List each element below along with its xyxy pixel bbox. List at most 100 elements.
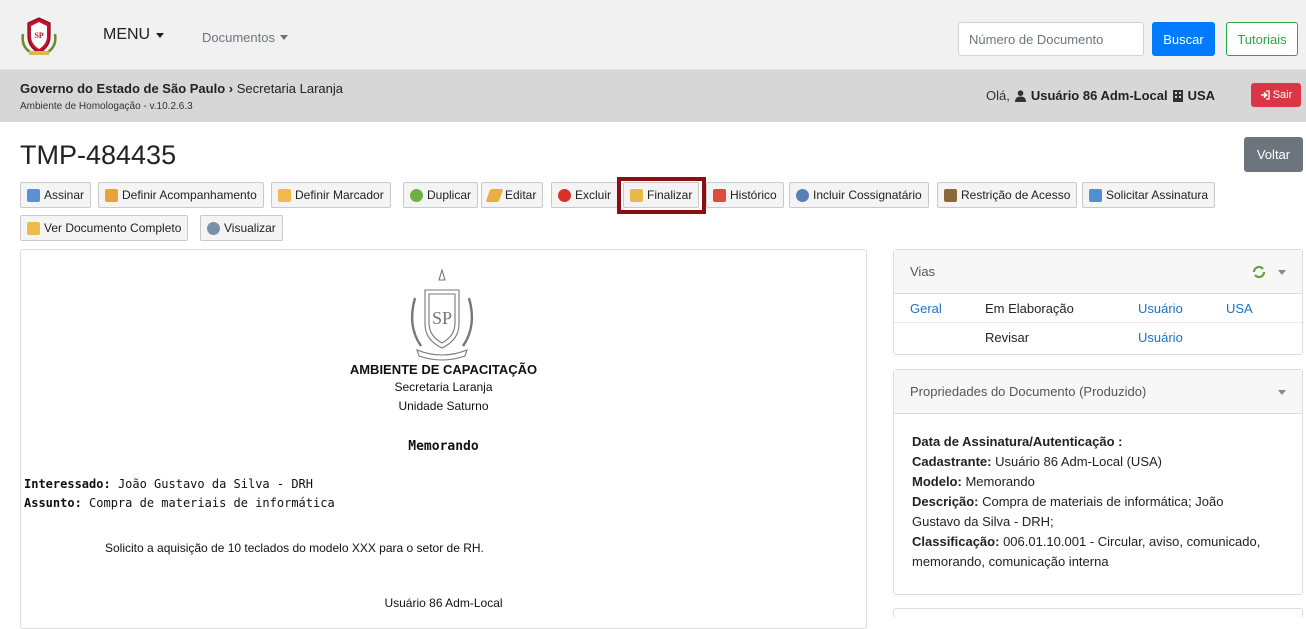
vias-card: Vias Geral Em Elaboração Usuário USA Rev… (893, 249, 1303, 355)
edit-label: Editar (505, 188, 537, 202)
duplicate-label: Duplicar (427, 188, 472, 202)
breadcrumb-org: Governo do Estado de São Paulo (20, 81, 226, 96)
vias-title: Vias (910, 264, 936, 279)
user-name[interactable]: Usuário 86 Adm-Local (1031, 88, 1168, 103)
view-full-document-button[interactable]: Ver Documento Completo (20, 215, 189, 241)
delete-circle-icon (558, 188, 571, 202)
via-unit-link[interactable]: USA (1226, 301, 1253, 316)
doc-type: Memorando (408, 439, 479, 454)
doc-interessado: Interessado: João Gustavo da Silva - DRH (24, 477, 313, 491)
user-icon (1014, 89, 1026, 102)
prop-cadastrante: Cadastrante: Usuário 86 Adm-Local (USA) (912, 452, 1292, 472)
prop-classificacao-label: Classificação: (912, 534, 1000, 549)
user-unit[interactable]: USA (1188, 88, 1215, 103)
main-menu-button[interactable]: MENU (103, 26, 165, 44)
breadcrumb: Governo do Estado de São Paulo › Secreta… (20, 81, 343, 96)
logout-label: Sair (1272, 89, 1293, 101)
documents-label: Documentos (202, 30, 275, 45)
set-marker-label: Definir Marcador (295, 188, 384, 202)
delete-button[interactable]: Excluir (551, 182, 619, 208)
history-button[interactable]: Histórico (706, 182, 784, 208)
page-title: TMP-484435 (20, 140, 177, 170)
tutorials-button[interactable]: Tutoriais (1226, 22, 1298, 56)
logout-button[interactable]: Sair (1251, 83, 1301, 107)
prop-data-label: Data de Assinatura/Autenticação : (912, 434, 1123, 449)
finalize-highlight-box (617, 177, 706, 214)
sign-out-icon (1260, 90, 1270, 100)
table-row: Geral Em Elaboração Usuário USA (894, 294, 1302, 322)
prop-descricao-label: Descrição: (912, 494, 979, 509)
preview-button[interactable]: Visualizar (200, 215, 283, 241)
prop-cadastrante-label: Cadastrante: (912, 454, 992, 469)
via-link[interactable]: Geral (910, 301, 942, 316)
chevron-down-icon (279, 35, 288, 40)
prop-modelo: Modelo: Memorando (912, 472, 1292, 492)
request-signature-button[interactable]: Solicitar Assinatura (1082, 182, 1216, 208)
prop-classificacao: Classificação: 006.01.10.001 - Circular,… (912, 532, 1292, 552)
table-row: Revisar Usuário (894, 322, 1302, 350)
via-user-link[interactable]: Usuário (1138, 330, 1183, 345)
set-marker-button[interactable]: Definir Marcador (271, 182, 391, 208)
view-full-document-label: Ver Documento Completo (44, 221, 182, 235)
next-card-edge (893, 608, 1303, 618)
documents-menu-button[interactable]: Documentos (202, 30, 288, 45)
doc-environment-heading: AMBIENTE DE CAPACITAÇÃO (349, 362, 538, 377)
building-icon (1172, 90, 1183, 102)
back-button[interactable]: Voltar (1244, 137, 1303, 172)
sp-coat-of-arms-logo-icon[interactable]: SP (20, 16, 58, 56)
chevron-down-icon (156, 32, 165, 38)
document-number-search-input[interactable] (958, 22, 1144, 56)
add-cosigner-button[interactable]: Incluir Cossignatário (789, 182, 929, 208)
eye-icon (207, 221, 220, 235)
svg-text:SP: SP (34, 31, 43, 40)
sign-button[interactable]: Assinar (20, 182, 92, 208)
prop-classificacao-cont: memorando, comunicação interna (912, 554, 1109, 569)
delete-label: Excluir (575, 188, 612, 202)
user-greeting: Olá, Usuário 86 Adm-Local USA (986, 88, 1215, 103)
sign-pen-icon (27, 188, 40, 202)
edit-button[interactable]: Editar (481, 182, 544, 208)
folder-open-icon (27, 221, 40, 235)
greeting-prefix: Olá, (986, 88, 1010, 103)
chevron-down-icon[interactable] (1278, 390, 1286, 395)
access-restriction-label: Restrição de Acesso (961, 188, 1071, 202)
vias-header: Vias (894, 250, 1302, 294)
breadcrumb-secretaria: Secretaria Laranja (236, 81, 343, 96)
access-restriction-button[interactable]: Restrição de Acesso (937, 182, 1078, 208)
preview-label: Visualizar (224, 221, 276, 235)
doc-secretaria: Secretaria Laranja (394, 380, 493, 394)
doc-interessado-value: João Gustavo da Silva - DRH (117, 477, 314, 491)
search-button[interactable]: Buscar (1152, 22, 1215, 56)
doc-unidade: Unidade Saturno (398, 399, 489, 413)
users-lock-icon (944, 188, 957, 202)
prop-descricao: Descrição: Compra de materiais de inform… (912, 492, 1292, 512)
history-label: Histórico (730, 188, 777, 202)
prop-data-assinatura: Data de Assinatura/Autenticação : (912, 432, 1292, 452)
sp-seal-icon: SP (410, 268, 474, 361)
breadcrumb-separator-icon: › (228, 81, 234, 96)
document-sign-icon (1089, 188, 1102, 202)
folder-tag-icon (278, 188, 291, 202)
calendar-icon (713, 188, 726, 202)
pencil-icon (485, 188, 504, 202)
via-user-link[interactable]: Usuário (1138, 301, 1183, 316)
set-follow-up-label: Definir Acompanhamento (122, 188, 257, 202)
doc-assunto-label: Assunto: (24, 496, 82, 510)
duplicate-button[interactable]: Duplicar (403, 182, 479, 208)
prop-descricao-cont: Gustavo da Silva - DRH; (912, 514, 1054, 529)
menu-label: MENU (103, 26, 151, 43)
prop-modelo-value: Memorando (965, 474, 1035, 489)
refresh-icon[interactable] (1252, 266, 1266, 278)
vias-table: Geral Em Elaboração Usuário USA Revisar … (894, 294, 1302, 350)
via-status: Em Elaboração (985, 301, 1074, 316)
duplicate-icon (410, 188, 423, 202)
folder-edit-icon (105, 188, 118, 202)
doc-signer: Usuário 86 Adm-Local (384, 596, 503, 610)
doc-interessado-label: Interessado: (24, 477, 111, 491)
add-cosigner-label: Incluir Cossignatário (813, 188, 922, 202)
chevron-down-icon[interactable] (1278, 270, 1286, 275)
doc-body: Solicito a aquisição de 10 teclados do m… (105, 541, 484, 555)
svg-text:SP: SP (432, 308, 452, 328)
set-follow-up-button[interactable]: Definir Acompanhamento (98, 182, 264, 208)
request-signature-label: Solicitar Assinatura (1106, 188, 1209, 202)
